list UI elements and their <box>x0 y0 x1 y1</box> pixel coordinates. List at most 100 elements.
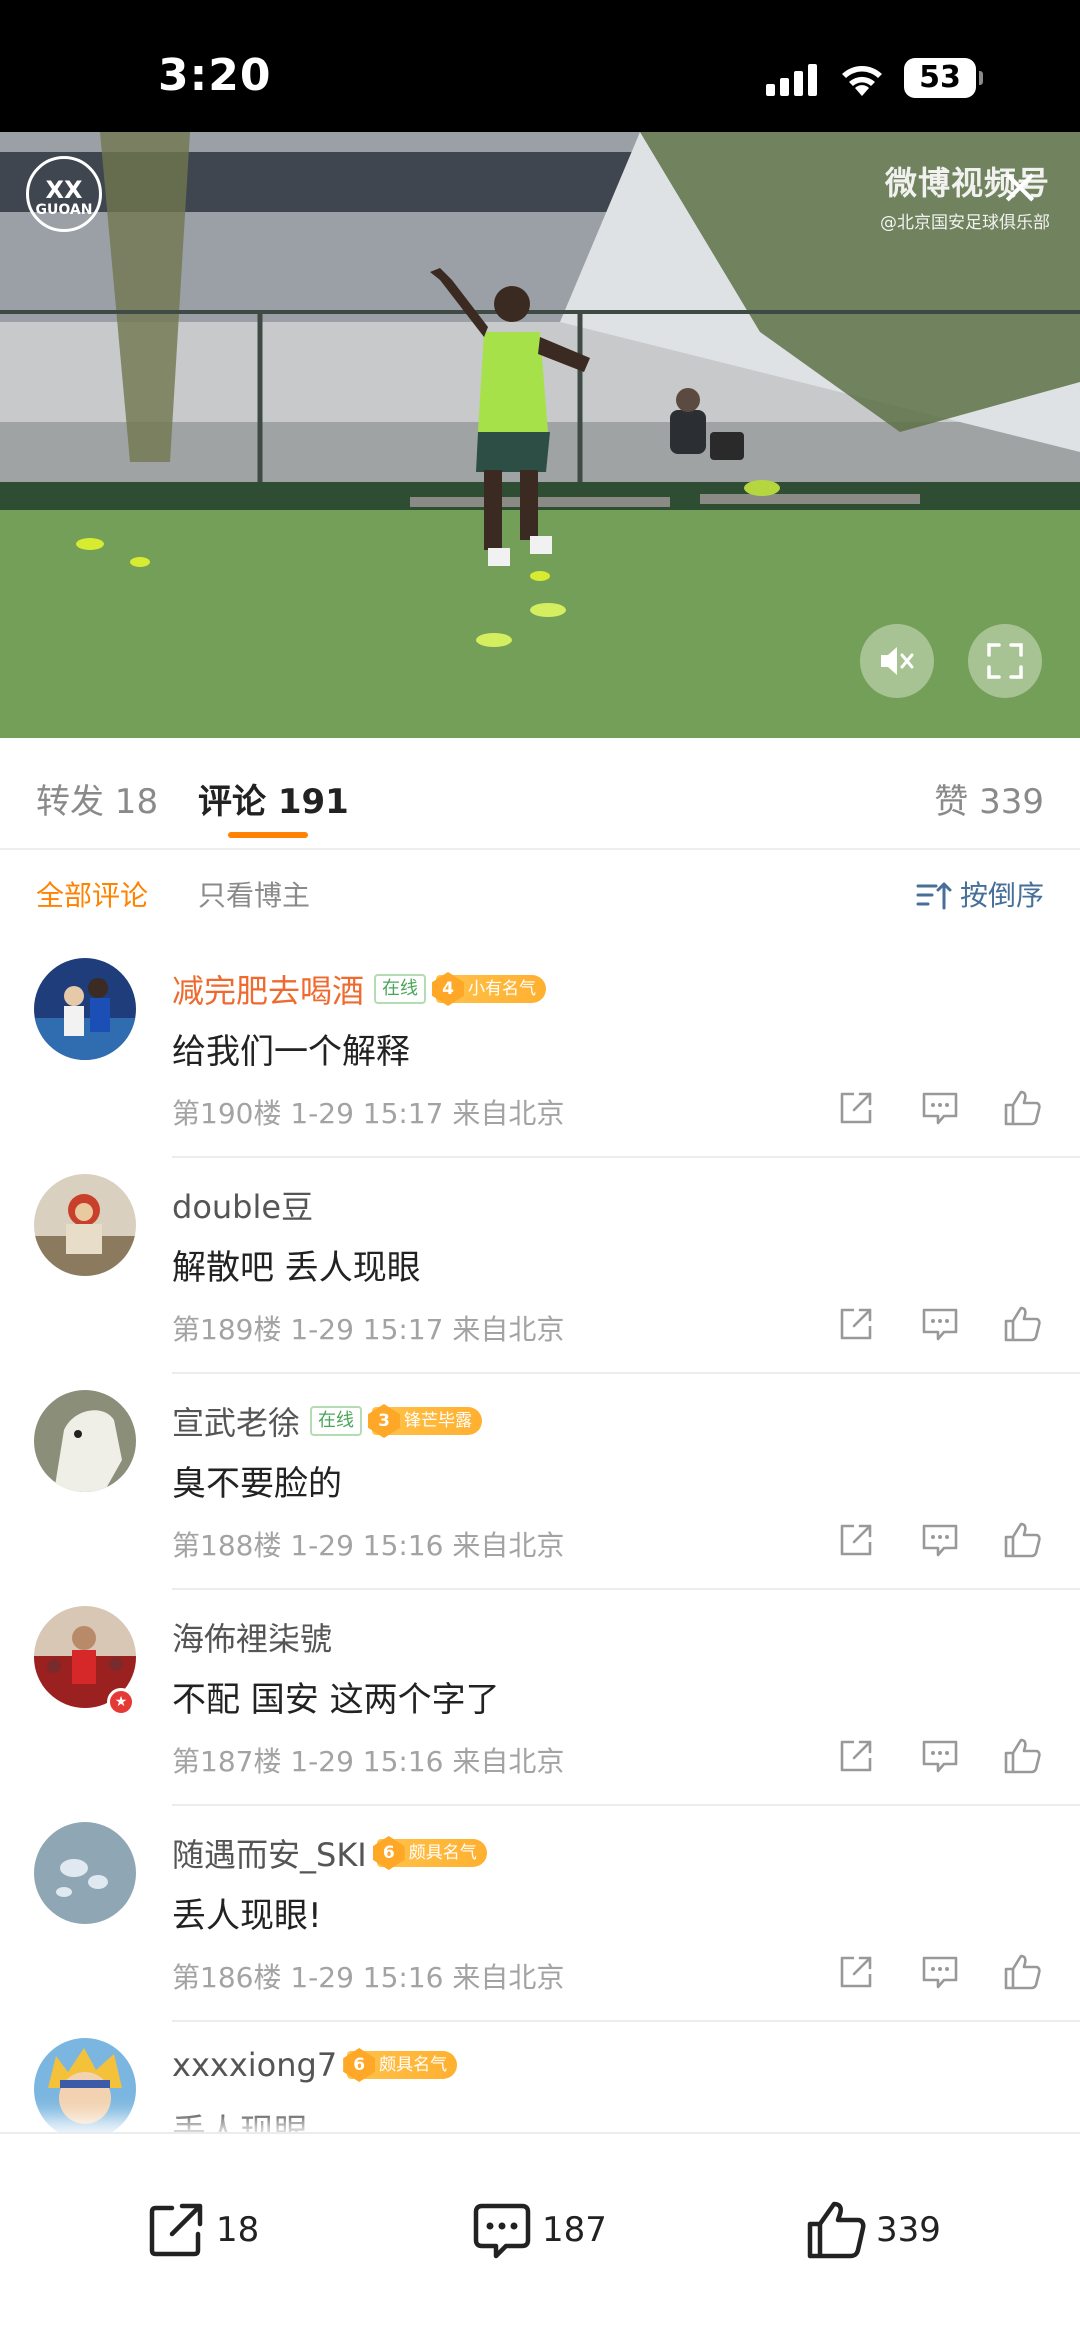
repost-count: 18 <box>216 2210 260 2250</box>
level-title: 小有名气 <box>468 979 537 999</box>
share-comment-button[interactable] <box>836 1088 876 1128</box>
online-status-badge: 在线 <box>310 1406 363 1436</box>
fullscreen-icon <box>987 643 1023 679</box>
club-logo: XX GUOAN <box>26 156 102 232</box>
share-icon <box>840 1308 872 1340</box>
share-icon <box>840 1524 872 1556</box>
comment-meta: 第186楼 1-29 15:16 来自北京 <box>172 1961 565 1994</box>
comment-text: 丢人现眼! <box>172 1896 322 1936</box>
video-player[interactable]: XX GUOAN 微博视频号 @北京国安足球俱乐部 × <box>0 132 1080 738</box>
level-title: 颇具名气 <box>379 2055 448 2075</box>
like-count: 339 <box>876 2210 941 2250</box>
speaker-mute-icon <box>881 647 914 675</box>
comment-text: 给我们一个解释 <box>172 1032 410 1072</box>
comment-button[interactable]: 187 <box>470 2198 607 2264</box>
close-icon[interactable]: × <box>998 161 1042 211</box>
level-badge: 6 颇具名气 <box>343 2048 458 2082</box>
like-button[interactable]: 339 <box>804 2198 941 2264</box>
reply-comment-button[interactable] <box>920 1736 960 1776</box>
comment-meta: 第190楼 1-29 15:17 来自北京 <box>172 1097 565 1130</box>
share-icon <box>149 2203 203 2257</box>
share-comment-button[interactable] <box>836 1520 876 1560</box>
thumbs-up-icon <box>1004 1090 1041 1126</box>
level-number: 4 <box>432 972 465 1006</box>
avatar[interactable] <box>34 1174 136 1276</box>
like-comment-button[interactable] <box>1002 1952 1042 1992</box>
reply-comment-button[interactable] <box>920 1520 960 1560</box>
share-comment-button[interactable] <box>836 1304 876 1344</box>
comment-icon <box>922 1308 958 1341</box>
comment-item: 随遇而安_SKI 6 颇具名气 丢人现眼! 第186楼 1-29 15:16 来自北… <box>0 1806 1080 2022</box>
comment-icon <box>922 1524 958 1557</box>
comment-count: 187 <box>542 2210 607 2250</box>
level-badge: 3 锋芒毕露 <box>368 1404 483 1438</box>
thumbs-up-icon <box>1004 1306 1041 1342</box>
tab-comments[interactable]: 评论 191 <box>198 774 349 823</box>
verified-badge-icon: ★ <box>107 1688 135 1716</box>
sort-label: 按倒序 <box>959 879 1044 912</box>
comment-item: 宣武老徐 在线 3 锋芒毕露 臭不要脸的 第188楼 1-29 15:16 来自北京 <box>0 1374 1080 1590</box>
comment-meta: 第189楼 1-29 15:17 来自北京 <box>172 1313 565 1346</box>
thumbs-up-icon <box>1004 1954 1041 1990</box>
repost-button[interactable]: 18 <box>144 2198 259 2264</box>
avatar[interactable] <box>34 1390 136 1492</box>
thumbs-up-icon <box>1004 1522 1041 1558</box>
tab-likes[interactable]: 赞 339 <box>934 774 1044 823</box>
bottom-action-bar: 18 187 339 <box>0 2132 1080 2347</box>
tab-repost[interactable]: 转发 18 <box>36 774 158 823</box>
reply-comment-button[interactable] <box>920 1304 960 1344</box>
comment-username[interactable]: 减完肥去喝酒 <box>172 972 364 1010</box>
comment-text: 不配 国安 这两个字了 <box>172 1680 500 1720</box>
like-comment-button[interactable] <box>1002 1304 1042 1344</box>
filter-all-comments[interactable]: 全部评论 <box>36 874 148 914</box>
thumbs-up-icon <box>1004 1738 1041 1774</box>
status-time: 3:20 <box>158 50 272 101</box>
comment-icon <box>922 1092 958 1125</box>
comment-username[interactable]: 海佈裡柒號 <box>172 1620 332 1658</box>
active-tab-indicator <box>228 832 308 838</box>
post-tabs: 转发 18 评论 191 赞 339 <box>0 738 1080 850</box>
comment-meta: 第187楼 1-29 15:16 来自北京 <box>172 1745 565 1778</box>
comment-username[interactable]: 随遇而安_SKI <box>172 1836 367 1874</box>
share-comment-button[interactable] <box>836 1736 876 1776</box>
level-title: 颇具名气 <box>408 1843 477 1863</box>
battery-indicator: 53 <box>904 58 983 98</box>
level-number: 3 <box>368 1404 401 1438</box>
mute-button[interactable] <box>860 624 934 698</box>
comment-username[interactable]: xxxxiong7 <box>172 2046 337 2084</box>
thumbs-up-icon <box>807 2201 866 2259</box>
comment-username[interactable]: 宣武老徐 <box>172 1404 300 1442</box>
share-comment-button[interactable] <box>836 1952 876 1992</box>
comment-item: double豆 解散吧 丢人现眼 第189楼 1-29 15:17 来自北京 <box>0 1158 1080 1374</box>
share-icon <box>840 1740 872 1772</box>
status-bar: 3:20 53 <box>0 0 1080 132</box>
like-comment-button[interactable] <box>1002 1736 1042 1776</box>
online-status-badge: 在线 <box>374 974 427 1004</box>
level-number: 6 <box>372 1836 405 1870</box>
fullscreen-button[interactable] <box>968 624 1042 698</box>
sort-button[interactable]: 按倒序 <box>916 874 1044 914</box>
like-comment-button[interactable] <box>1002 1520 1042 1560</box>
reply-comment-button[interactable] <box>920 1088 960 1128</box>
comment-icon <box>473 2203 531 2259</box>
comment-icon <box>922 1956 958 1989</box>
level-title: 锋芒毕露 <box>404 1411 473 1431</box>
share-icon <box>840 1956 872 1988</box>
comment-text: 臭不要脸的 <box>172 1464 342 1504</box>
avatar[interactable] <box>34 2038 136 2140</box>
sort-icon <box>916 882 952 910</box>
comment-item: ★ 海佈裡柒號 不配 国安 这两个字了 第187楼 1-29 15:16 来自北… <box>0 1590 1080 1806</box>
reply-comment-button[interactable] <box>920 1952 960 1992</box>
filter-host-only[interactable]: 只看博主 <box>198 874 310 914</box>
share-icon <box>840 1092 872 1124</box>
comment-icon <box>922 1740 958 1773</box>
comment-username[interactable]: double豆 <box>172 1188 313 1226</box>
comment-item: 减完肥去喝酒 在线 4 小有名气 给我们一个解释 第190楼 1-29 15:17 来… <box>0 942 1080 1158</box>
avatar[interactable] <box>34 958 136 1060</box>
level-badge: 4 小有名气 <box>432 972 547 1006</box>
level-number: 6 <box>343 2048 376 2082</box>
cellular-signal-icon <box>766 64 817 96</box>
avatar[interactable] <box>34 1822 136 1924</box>
comment-text: 解散吧 丢人现眼 <box>172 1248 421 1288</box>
like-comment-button[interactable] <box>1002 1088 1042 1128</box>
